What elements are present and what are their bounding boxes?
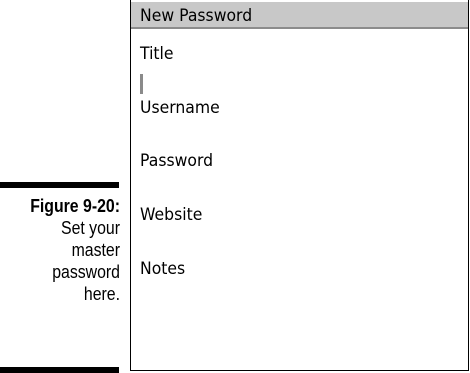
caption-line: master [71, 240, 120, 260]
username-field-label: Username [140, 98, 220, 118]
notes-field-label: Notes [140, 259, 186, 279]
username-field-input[interactable] [140, 126, 450, 146]
caption-line: password [52, 262, 121, 282]
screen-titlebar: New Password [131, 2, 468, 29]
notes-field-input[interactable] [140, 287, 450, 307]
password-field-label: Password [140, 151, 214, 171]
caption-bottom-rule [0, 367, 119, 373]
caption-line: here. [83, 284, 120, 304]
title-field-input[interactable] [140, 74, 450, 94]
title-field-label: Title [140, 44, 174, 64]
website-field-input[interactable] [140, 233, 450, 253]
website-field-label: Website [140, 205, 203, 225]
new-password-screen: New Password Title Username Password Web… [130, 0, 469, 371]
password-field-input[interactable] [140, 179, 450, 199]
caption-top-rule [0, 182, 119, 188]
screen-title: New Password [140, 6, 253, 26]
figure-label: Figure 9-20: [30, 196, 120, 216]
figure-caption: Figure 9-20: Set your master password he… [0, 195, 120, 305]
caption-line: Set your [60, 218, 120, 238]
